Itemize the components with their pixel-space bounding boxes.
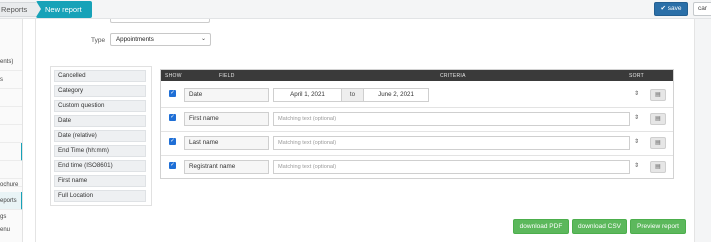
clipped-field[interactable] bbox=[110, 19, 210, 23]
row-field-name: Date bbox=[184, 88, 269, 102]
trash-icon[interactable]: ▤ bbox=[650, 137, 666, 149]
trash-icon[interactable]: ▤ bbox=[650, 89, 666, 101]
download-csv-button[interactable]: download CSV bbox=[572, 219, 627, 234]
sort-icon[interactable]: ⇕ bbox=[634, 162, 639, 169]
field-option-category[interactable]: Category bbox=[54, 85, 146, 97]
sidebar-item[interactable]: gs bbox=[0, 211, 22, 223]
show-checkbox[interactable]: ✓ bbox=[169, 138, 176, 145]
sidebar-item[interactable]: ents) bbox=[0, 53, 22, 71]
breadcrumb-reports[interactable]: Reports bbox=[0, 2, 41, 17]
header-criteria: CRITERIA bbox=[440, 73, 466, 79]
date-range-to-label: to bbox=[342, 88, 363, 102]
trash-icon[interactable]: ▤ bbox=[650, 113, 666, 125]
criteria-row-date: ✓ Date April 1, 2021 to June 2, 2021 ⇕ ▤ bbox=[161, 85, 673, 108]
matching-text-input[interactable]: Matching text (optional) bbox=[273, 136, 630, 150]
show-checkbox[interactable]: ✓ bbox=[169, 90, 176, 97]
field-option-full-location[interactable]: Full Location bbox=[54, 190, 146, 202]
type-label: Type bbox=[91, 37, 106, 44]
field-option-cancelled[interactable]: Cancelled bbox=[54, 70, 146, 82]
field-option-custom-question[interactable]: Custom question bbox=[54, 100, 146, 112]
check-icon: ✔ bbox=[660, 5, 666, 12]
row-field-name: First name bbox=[184, 112, 269, 126]
field-option-date-relative[interactable]: Date (relative) bbox=[54, 130, 146, 142]
row-field-name: Last name bbox=[184, 136, 269, 150]
sort-icon[interactable]: ⇕ bbox=[634, 90, 639, 97]
field-option-end-time-hhmm[interactable]: End Time (hh:mm) bbox=[54, 145, 146, 157]
right-gutter bbox=[695, 19, 711, 242]
checkbox-checked-icon: ✓ bbox=[170, 90, 175, 96]
sidebar-item[interactable] bbox=[0, 107, 22, 125]
criteria-row-last-name: ✓ Last name Matching text (optional) ⇕ ▤ bbox=[161, 133, 673, 156]
breadcrumb-current: New report bbox=[36, 1, 92, 18]
cancel-button[interactable]: car bbox=[693, 2, 711, 16]
header-sort: SORT bbox=[629, 73, 644, 79]
sidebar-item[interactable] bbox=[0, 89, 22, 107]
date-to-input[interactable]: June 2, 2021 bbox=[363, 88, 429, 102]
criteria-table: SHOW FIELD CRITERIA SORT ✓ Date April 1,… bbox=[160, 69, 674, 179]
checkbox-checked-icon: ✓ bbox=[170, 114, 175, 120]
checkbox-checked-icon: ✓ bbox=[170, 138, 175, 144]
criteria-table-header: SHOW FIELD CRITERIA SORT bbox=[161, 70, 673, 81]
matching-text-input[interactable]: Matching text (optional) bbox=[273, 112, 630, 126]
row-field-name: Registrant name bbox=[184, 160, 269, 174]
field-option-end-time-iso[interactable]: End time (ISO8601) bbox=[54, 160, 146, 172]
header-show: SHOW bbox=[165, 73, 182, 79]
date-from-input[interactable]: April 1, 2021 bbox=[273, 88, 342, 102]
criteria-row-first-name: ✓ First name Matching text (optional) ⇕ … bbox=[161, 109, 673, 132]
sidebar: ents) s ochure eports gs enu bbox=[0, 19, 23, 242]
available-fields-list: Cancelled Category Custom question Date … bbox=[50, 66, 152, 206]
trash-icon[interactable]: ▤ bbox=[650, 161, 666, 173]
preview-report-button[interactable]: Preview report bbox=[630, 219, 686, 234]
sort-icon[interactable]: ⇕ bbox=[634, 138, 639, 145]
sort-icon[interactable]: ⇕ bbox=[634, 114, 639, 121]
save-button-label: save bbox=[667, 5, 682, 12]
header-field: FIELD bbox=[219, 73, 235, 79]
download-pdf-button[interactable]: download PDF bbox=[513, 219, 569, 234]
field-option-date[interactable]: Date bbox=[54, 115, 146, 127]
chevron-down-icon: ⌄ bbox=[200, 36, 206, 42]
sidebar-item[interactable]: enu bbox=[0, 224, 22, 236]
top-bar: Reports New report ✔ save car bbox=[0, 0, 711, 19]
sidebar-item[interactable] bbox=[0, 143, 22, 161]
sidebar-item-reports[interactable]: eports bbox=[0, 192, 22, 210]
matching-text-input[interactable]: Matching text (optional) bbox=[273, 160, 630, 174]
criteria-row-registrant-name: ✓ Registrant name Matching text (optiona… bbox=[161, 157, 673, 180]
save-button[interactable]: ✔ save bbox=[654, 2, 688, 16]
sidebar-item[interactable]: s bbox=[0, 71, 22, 89]
sidebar-item[interactable] bbox=[0, 125, 22, 143]
field-option-first-name[interactable]: First name bbox=[54, 175, 146, 187]
type-select[interactable]: Appointments ⌄ bbox=[110, 33, 211, 46]
checkbox-checked-icon: ✓ bbox=[170, 162, 175, 168]
show-checkbox[interactable]: ✓ bbox=[169, 162, 176, 169]
type-select-value: Appointments bbox=[116, 36, 154, 43]
show-checkbox[interactable]: ✓ bbox=[169, 114, 176, 121]
